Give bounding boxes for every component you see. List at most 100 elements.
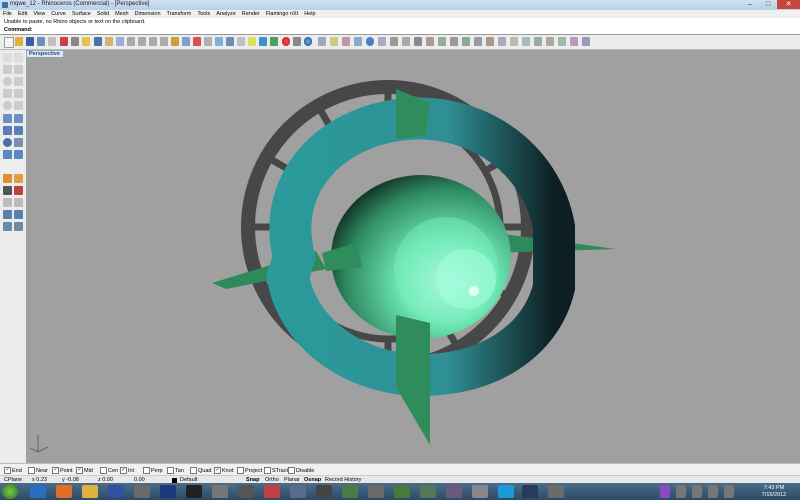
split-icon[interactable]: [3, 186, 12, 195]
snapshot-icon[interactable]: [259, 37, 267, 46]
menu-solid[interactable]: Solid: [94, 11, 112, 17]
menu-curve[interactable]: Curve: [48, 11, 69, 17]
skype-icon[interactable]: [498, 485, 514, 498]
ie-icon[interactable]: [30, 485, 46, 498]
undo-icon[interactable]: [94, 37, 102, 46]
curve-icon[interactable]: [14, 65, 23, 74]
menu-view[interactable]: View: [30, 11, 48, 17]
menu-surface[interactable]: Surface: [69, 11, 94, 17]
app-icon[interactable]: [264, 485, 280, 498]
app-icon[interactable]: [420, 485, 436, 498]
xray-icon[interactable]: [582, 37, 590, 46]
object-properties-icon[interactable]: [237, 37, 245, 46]
boolean-icon[interactable]: [14, 150, 23, 159]
osnap-tan[interactable]: Tan: [167, 467, 184, 474]
app-icon[interactable]: [238, 485, 254, 498]
app-icon[interactable]: [342, 485, 358, 498]
explorer-icon[interactable]: [82, 485, 98, 498]
cplane-icon[interactable]: [193, 37, 201, 46]
plane-surface-icon[interactable]: [3, 114, 12, 123]
minimize-button[interactable]: –: [741, 0, 759, 9]
select-arrow-icon[interactable]: [3, 53, 12, 62]
menu-analyze[interactable]: Analyze: [213, 11, 239, 17]
materials-icon[interactable]: [354, 37, 362, 46]
zoom-icon[interactable]: [127, 37, 135, 46]
shade-icon[interactable]: [546, 37, 554, 46]
extrude-icon[interactable]: [14, 138, 23, 147]
print-icon[interactable]: [37, 37, 45, 46]
app-icon[interactable]: [368, 485, 384, 498]
app-icon[interactable]: [186, 485, 202, 498]
array-icon[interactable]: [3, 210, 12, 219]
help-icon[interactable]: [366, 37, 374, 46]
move-icon[interactable]: [14, 174, 23, 183]
app-icon[interactable]: [522, 485, 538, 498]
hide-icon[interactable]: [522, 37, 530, 46]
app-icon[interactable]: [548, 485, 564, 498]
render-window-icon[interactable]: [342, 37, 350, 46]
menu-tools[interactable]: Tools: [194, 11, 213, 17]
copy-icon[interactable]: [71, 37, 79, 46]
media-player-icon[interactable]: [108, 485, 124, 498]
osnap-perp[interactable]: Perp: [143, 467, 163, 474]
osnap-knot[interactable]: ✓ Knot: [214, 467, 233, 474]
app-icon[interactable]: [394, 485, 410, 498]
solid-tools-icon[interactable]: [14, 126, 23, 135]
polyline-icon[interactable]: [3, 65, 12, 74]
fillet-icon[interactable]: [3, 198, 12, 207]
block-icon[interactable]: [498, 37, 506, 46]
osnap-cen[interactable]: Cen: [100, 467, 118, 474]
firefox-icon[interactable]: [56, 485, 72, 498]
mesh-icon[interactable]: [3, 150, 12, 159]
clock[interactable]: 7:43 PM 7/15/2012: [751, 485, 797, 498]
dimension-icon[interactable]: [486, 37, 494, 46]
camera-icon[interactable]: [293, 37, 301, 46]
app-icon[interactable]: [446, 485, 462, 498]
app-icon[interactable]: [212, 485, 228, 498]
cut-icon[interactable]: [60, 37, 68, 46]
render-icon[interactable]: [270, 37, 278, 46]
dimension-icon[interactable]: [14, 162, 23, 171]
curve-tools-icon[interactable]: [438, 37, 446, 46]
zoom-extents-icon[interactable]: [149, 37, 157, 46]
menu-transform[interactable]: Transform: [164, 11, 195, 17]
flamingo-icon[interactable]: [318, 37, 326, 46]
transform-icon[interactable]: [3, 174, 12, 183]
import-icon[interactable]: [48, 37, 56, 46]
analyze-icon[interactable]: [450, 37, 458, 46]
tray-icon[interactable]: [676, 485, 686, 498]
osnap-near[interactable]: Near: [28, 467, 48, 474]
save-icon[interactable]: [26, 37, 34, 46]
app-icon[interactable]: [472, 485, 488, 498]
menu-edit[interactable]: Edit: [15, 11, 30, 17]
point-icon[interactable]: [14, 53, 23, 62]
box-icon[interactable]: [3, 126, 12, 135]
zoom-selected-icon[interactable]: [160, 37, 168, 46]
perspective-viewport[interactable]: [26, 57, 800, 463]
osnap-project[interactable]: Project: [237, 467, 262, 474]
osnap-end[interactable]: ✓ End: [4, 467, 22, 474]
volume-icon[interactable]: [724, 485, 734, 498]
ghosted-icon[interactable]: [570, 37, 578, 46]
surface-tools-icon[interactable]: [14, 114, 23, 123]
edit-icon[interactable]: [402, 37, 410, 46]
menu-flamingo[interactable]: Flamingo nXt: [263, 11, 301, 17]
photoshop-icon[interactable]: [160, 485, 176, 498]
ellipse-icon[interactable]: [3, 101, 12, 110]
onenote-tray-icon[interactable]: [660, 485, 670, 498]
sphere-icon[interactable]: [3, 138, 12, 147]
grid-icon[interactable]: [204, 37, 212, 46]
new-file-icon[interactable]: [4, 37, 14, 48]
surface-tools-icon[interactable]: [414, 37, 422, 46]
trim-icon[interactable]: [14, 186, 23, 195]
lock-icon[interactable]: [534, 37, 542, 46]
solid-tools-icon[interactable]: [426, 37, 434, 46]
drafting-icon[interactable]: [474, 37, 482, 46]
close-button[interactable]: ✕: [777, 0, 800, 9]
osnap-point[interactable]: ✓ Point: [52, 467, 73, 474]
open-folder-icon[interactable]: [15, 37, 23, 46]
menu-help[interactable]: Help: [301, 11, 318, 17]
rectangle-icon[interactable]: [3, 89, 12, 98]
display-mode-icon[interactable]: [226, 37, 234, 46]
analyze-icon[interactable]: [3, 222, 12, 231]
